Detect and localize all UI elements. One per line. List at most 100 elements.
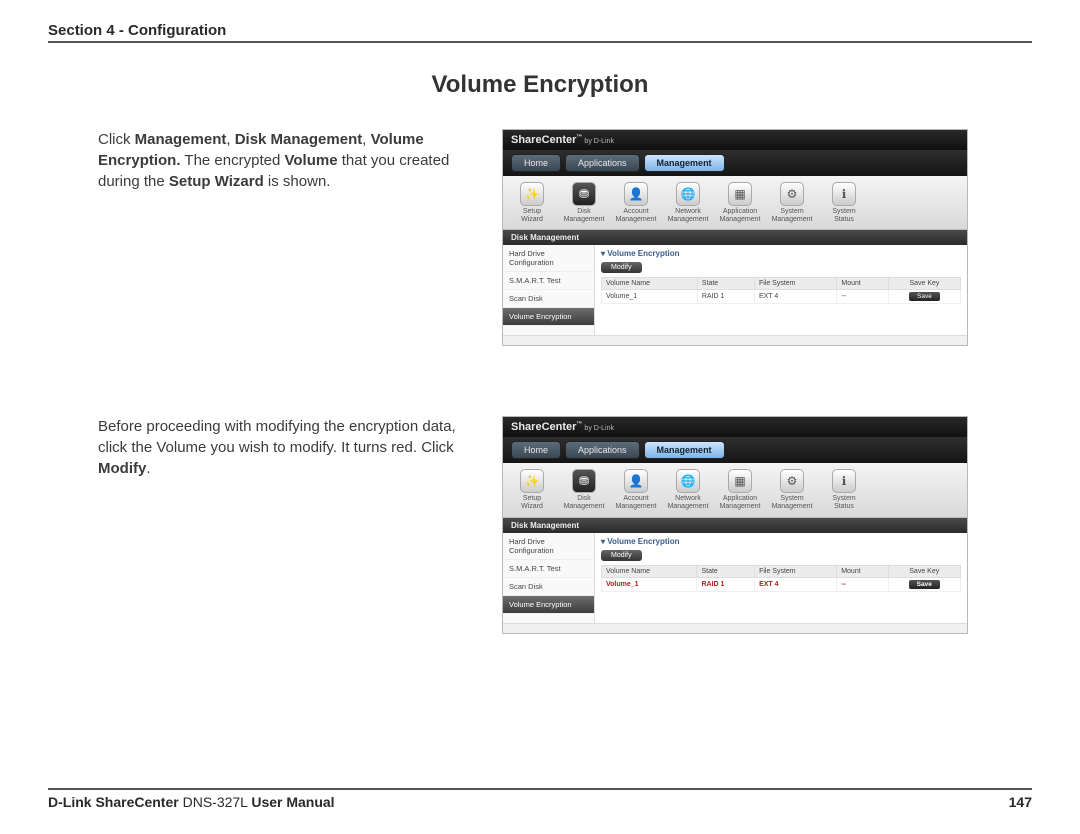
cell-name: Volume_1 — [602, 290, 698, 304]
tab-applications[interactable]: Applications — [565, 154, 640, 172]
globe-icon: 🌐 — [681, 475, 696, 487]
tab-management[interactable]: Management — [644, 441, 725, 459]
toolbar-account-mgmt[interactable]: 👤Account Management — [615, 182, 657, 223]
page-title: Volume Encryption — [48, 71, 1032, 99]
txt: , — [362, 131, 370, 148]
txt-bold: Disk Management — [235, 131, 363, 148]
footer-tail: User Manual — [251, 794, 334, 810]
txt-bold: Setup Wizard — [169, 173, 264, 190]
gear-icon: ⚙ — [787, 188, 798, 200]
cell-savekey: Save — [888, 290, 960, 304]
panel-footer — [503, 335, 967, 345]
toolbar-network-mgmt[interactable]: 🌐 Network Management — [667, 469, 709, 510]
lbl: Setup Wizard — [511, 208, 553, 223]
user-icon: 👤 — [629, 475, 644, 487]
globe-icon: 🌐 — [681, 188, 696, 200]
disk-icon: ⛃ — [579, 475, 589, 487]
footer-brand: D-Link ShareCenter — [48, 794, 179, 810]
save-key-button[interactable]: Save — [909, 580, 940, 589]
toolbar-account-mgmt[interactable]: 👤 Account Management — [615, 469, 657, 510]
step-1-text: Click Management, Disk Management, Volum… — [48, 129, 478, 192]
tab-management[interactable]: Management — [644, 154, 725, 172]
toolbar-disk-mgmt[interactable]: ⛃Disk Management — [563, 469, 605, 510]
tab-home[interactable]: Home — [511, 154, 561, 172]
side-menu: Hard Drive Configuration S.M.A.R.T. Test… — [503, 533, 595, 623]
toolbar-system-mgmt[interactable]: ⚙System Management — [771, 469, 813, 510]
apps-icon: ▦ — [734, 188, 745, 200]
side-item-hdc[interactable]: Hard Drive Configuration — [503, 245, 594, 272]
lbl: Network Management — [667, 495, 709, 510]
txt-bold: Modify — [98, 460, 146, 477]
col-mount: Mount — [837, 278, 889, 290]
modify-button[interactable]: Modify — [601, 262, 642, 273]
side-item-volume-encryption[interactable]: Volume Encryption — [503, 308, 594, 326]
col-fs: File System — [755, 565, 837, 577]
gear-icon: ⚙ — [787, 475, 798, 487]
col-savekey: Save Key — [888, 278, 960, 290]
volume-table: Volume Name State File System Mount Save… — [601, 277, 961, 304]
side-item-smart[interactable]: S.M.A.R.T. Test — [503, 560, 594, 578]
panel-body: Hard Drive Configuration S.M.A.R.T. Test… — [503, 533, 967, 623]
modify-button[interactable]: Modify — [601, 550, 642, 561]
app-brand-bar: ShareCenter™by D-Link — [503, 417, 967, 437]
panel-footer — [503, 623, 967, 633]
lbl: Network Management — [667, 208, 709, 223]
brand: ShareCenter — [511, 421, 576, 433]
toolbar-app-mgmt[interactable]: ▦Application Management — [719, 182, 761, 223]
cell-savekey: Save — [888, 577, 960, 591]
wizard-icon: ✨ — [525, 475, 540, 487]
toolbar-system-status[interactable]: ℹ System Status — [823, 182, 865, 223]
toolbar-system-status[interactable]: ℹSystem Status — [823, 469, 865, 510]
tab-home[interactable]: Home — [511, 441, 561, 459]
toolbar-setup-wizard[interactable]: ✨ Setup Wizard — [511, 182, 553, 223]
txt-bold: Management — [135, 131, 227, 148]
side-item-hdc[interactable]: Hard Drive Configuration — [503, 533, 594, 560]
section-bar: Disk Management — [503, 230, 967, 245]
lbl: Account Management — [615, 495, 657, 510]
col-state: State — [697, 565, 755, 577]
step-2-row: Before proceeding with modifying the enc… — [48, 416, 1032, 633]
table-header-row: Volume Name State File System Mount Save… — [602, 278, 961, 290]
toolbar-disk-mgmt[interactable]: ⛃ Disk Management — [563, 182, 605, 223]
cell-state: RAID 1 — [697, 577, 755, 591]
wizard-icon: ✨ — [525, 188, 540, 200]
side-item-smart[interactable]: S.M.A.R.T. Test — [503, 272, 594, 290]
apps-icon: ▦ — [734, 475, 745, 487]
toolbar-app-mgmt[interactable]: ▦Application Management — [719, 469, 761, 510]
txt-bold: Volume — [284, 152, 337, 169]
footer-page: 147 — [1009, 794, 1032, 810]
main-panel: ▾ Volume Encryption Modify Volume Name S… — [595, 533, 967, 623]
side-item-scan[interactable]: Scan Disk — [503, 290, 594, 308]
app-brand-bar: ShareCenter™by D-Link — [503, 130, 967, 150]
toolbar-setup-wizard[interactable]: ✨Setup Wizard — [511, 469, 553, 510]
disk-icon: ⛃ — [579, 188, 589, 200]
txt: Before proceeding with modifying the enc… — [98, 418, 456, 456]
lbl: Account Management — [615, 208, 657, 223]
page-footer: D-Link ShareCenter DNS-327L User Manual … — [48, 788, 1032, 810]
heading-text: Volume Encryption — [607, 249, 679, 258]
save-key-button[interactable]: Save — [909, 292, 940, 301]
side-item-volume-encryption[interactable]: Volume Encryption — [503, 596, 594, 614]
lbl: System Management — [771, 208, 813, 223]
table-row-selected[interactable]: Volume_1 RAID 1 EXT 4 -- Save — [602, 577, 961, 591]
brand-sub: by D-Link — [584, 138, 614, 145]
col-fs: File System — [754, 278, 836, 290]
lbl: Disk Management — [563, 208, 605, 223]
toolbar-system-mgmt[interactable]: ⚙ System Management — [771, 182, 813, 223]
info-icon: ℹ — [842, 188, 847, 200]
table-header-row: Volume Name State File System Mount Save… — [602, 565, 961, 577]
mgmt-toolbar: ✨ Setup Wizard ⛃ Disk Management 👤Account … — [503, 176, 967, 230]
txt: is shown. — [264, 173, 331, 190]
col-name: Volume Name — [602, 565, 697, 577]
mgmt-toolbar: ✨Setup Wizard ⛃Disk Management 👤 Account … — [503, 463, 967, 517]
toolbar-network-mgmt[interactable]: 🌐 Network Management — [667, 182, 709, 223]
panel-body: Hard Drive Configuration S.M.A.R.T. Test… — [503, 245, 967, 335]
table-row[interactable]: Volume_1 RAID 1 EXT 4 -- Save — [602, 290, 961, 304]
top-nav: Home Applications Management — [503, 437, 967, 463]
lbl: System Status — [823, 208, 865, 223]
tab-applications[interactable]: Applications — [565, 441, 640, 459]
screenshot-2: ShareCenter™by D-Link Home Applications … — [502, 416, 968, 633]
side-item-scan[interactable]: Scan Disk — [503, 578, 594, 596]
info-icon: ℹ — [842, 475, 847, 487]
txt: . — [146, 460, 150, 477]
